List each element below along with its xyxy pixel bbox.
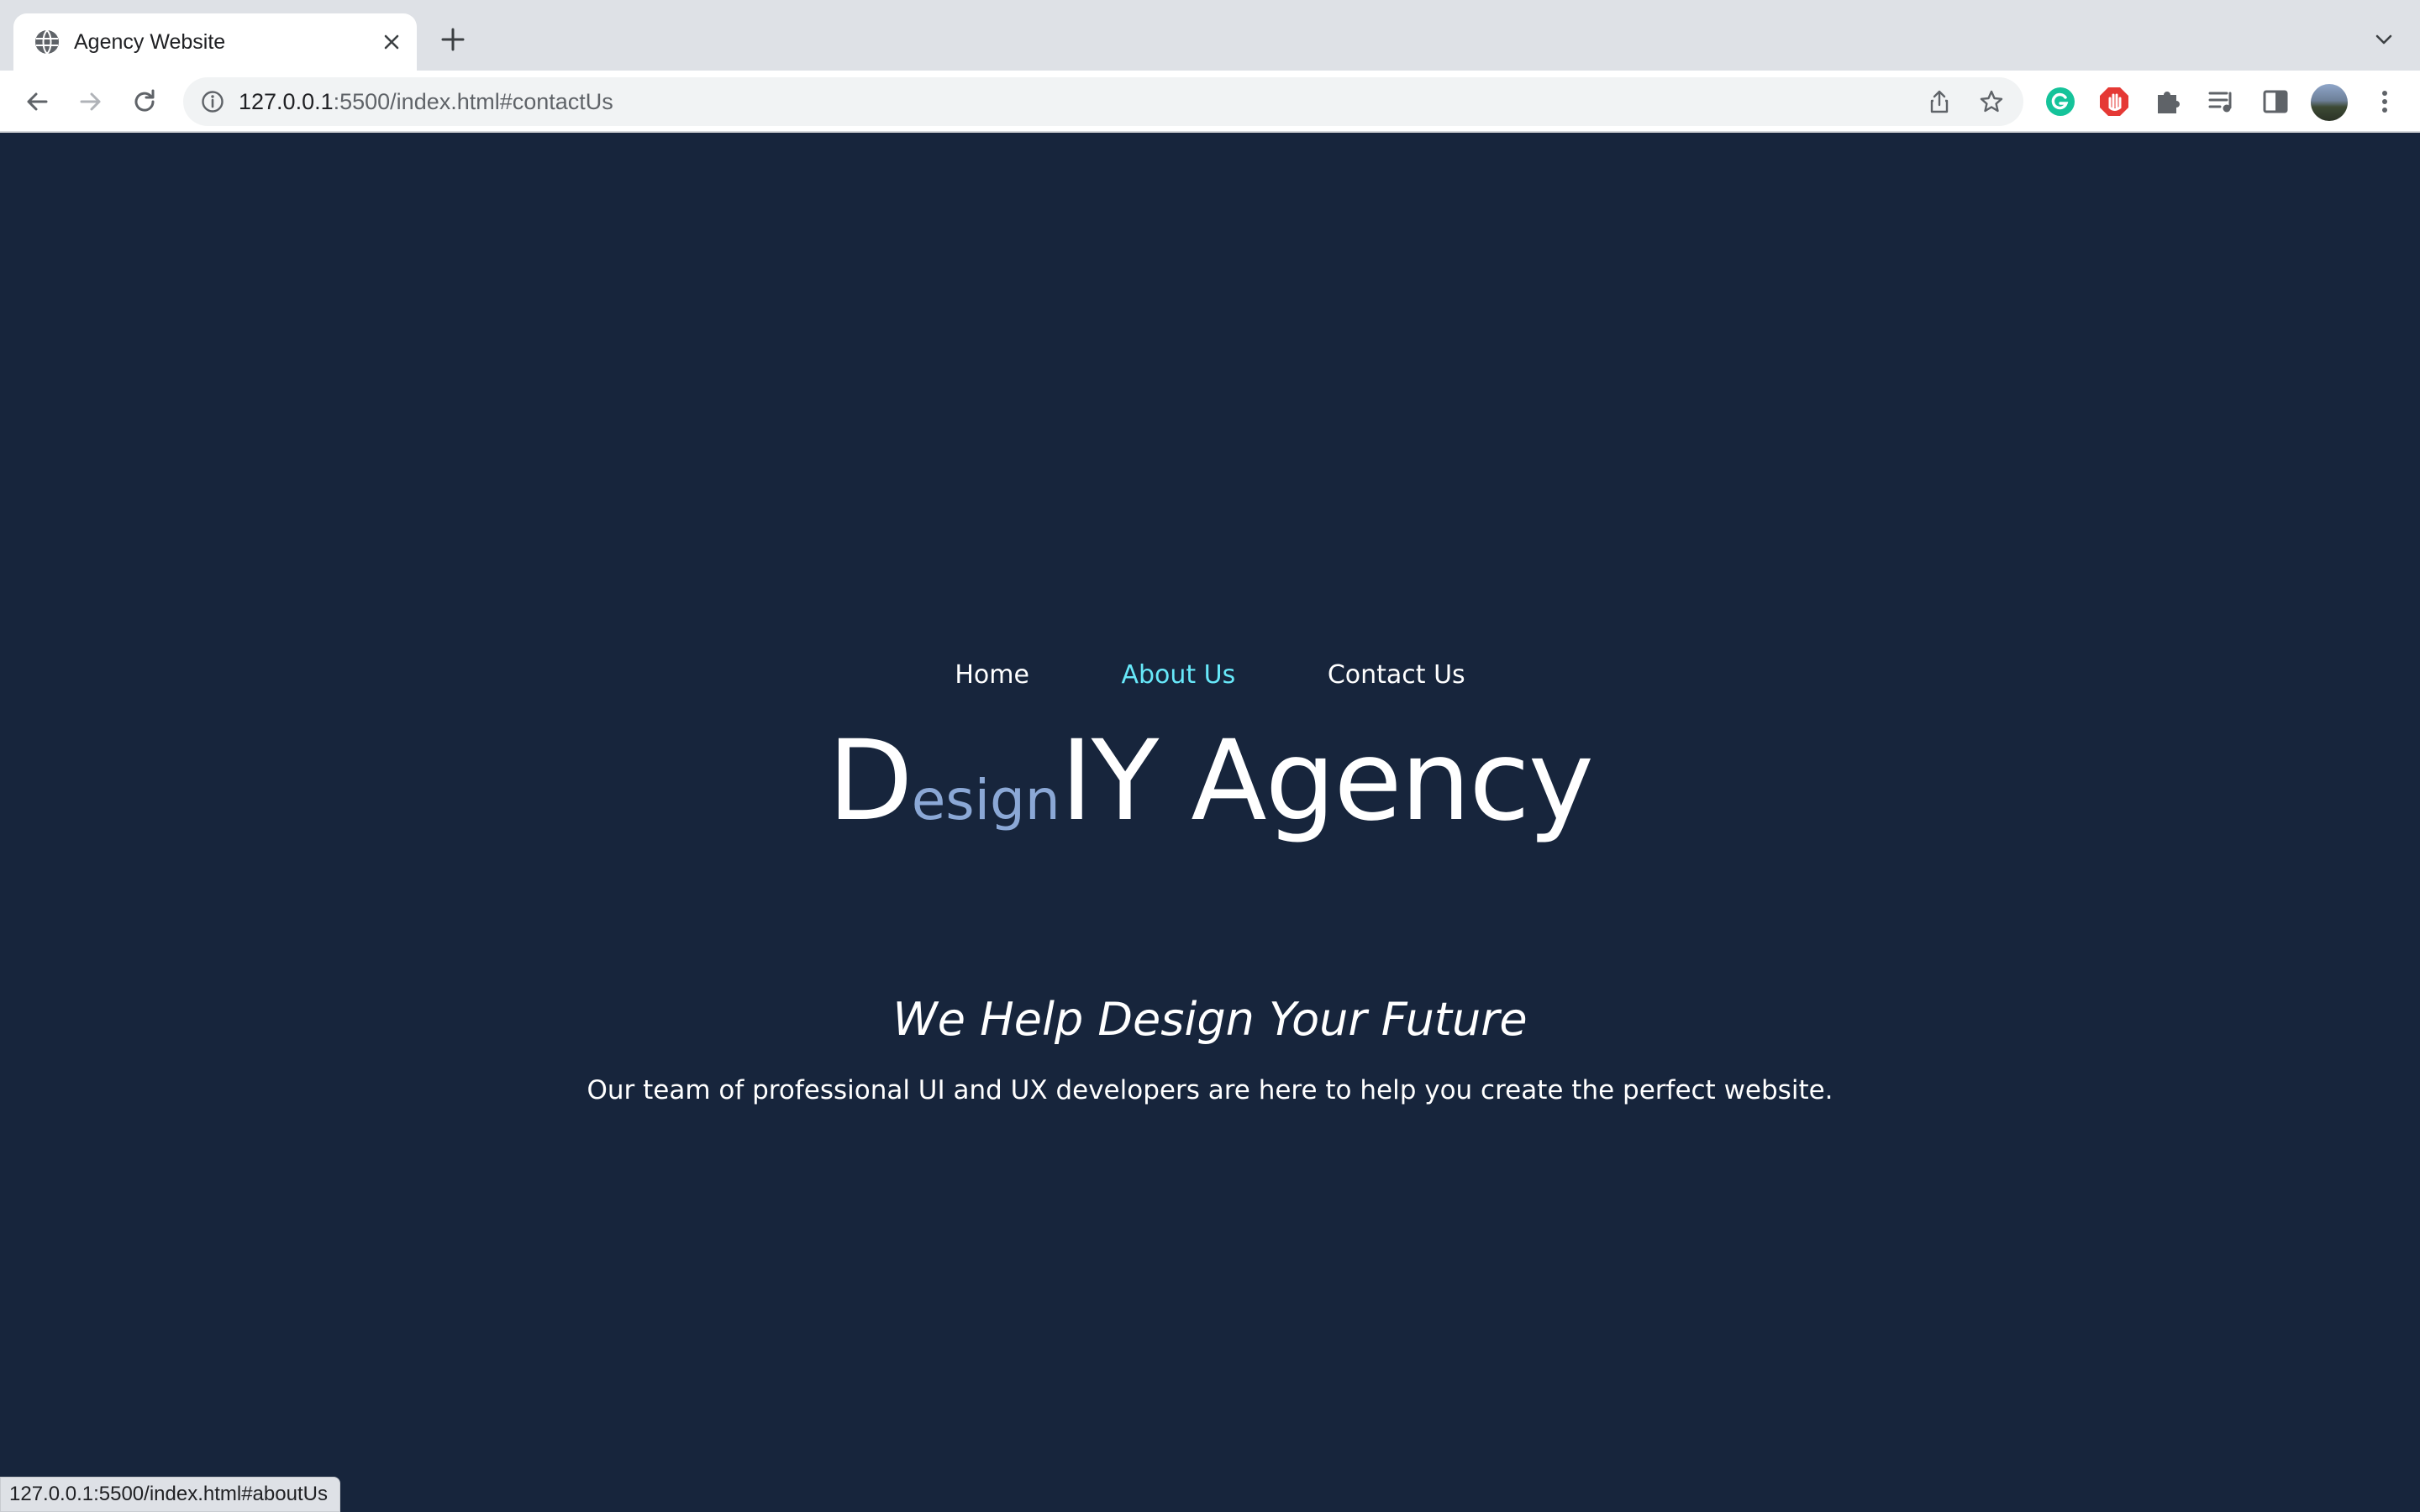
tab-title: Agency Website xyxy=(74,30,226,54)
profile-avatar[interactable] xyxy=(2311,84,2348,121)
url-text[interactable]: 127.0.0.1:5500/index.html#contactUs xyxy=(239,77,613,126)
browser-toolbar: 127.0.0.1:5500/index.html#contactUs xyxy=(0,71,2420,133)
url-host: 127.0.0.1 xyxy=(239,89,334,114)
tagline: We Help Design Your Future xyxy=(892,993,1528,1046)
browser-tabstrip: Agency Website xyxy=(0,0,2420,71)
close-icon[interactable] xyxy=(378,29,405,55)
grammarly-icon[interactable] xyxy=(2044,85,2077,118)
globe-icon xyxy=(35,29,59,55)
share-icon[interactable] xyxy=(1926,88,1953,115)
brand-rest: IY Agency xyxy=(1060,717,1594,846)
adblock-icon[interactable] xyxy=(2097,85,2131,118)
link-status-bubble: 127.0.0.1:5500/index.html#aboutUs xyxy=(0,1477,340,1512)
address-bar[interactable]: 127.0.0.1:5500/index.html#contactUs xyxy=(183,77,2023,126)
brand-first-letter: D xyxy=(828,717,913,846)
side-panel-icon[interactable] xyxy=(2259,85,2292,118)
bookmark-star-icon[interactable] xyxy=(1978,88,2005,115)
more-vert-icon[interactable] xyxy=(2368,85,2402,118)
media-control-icon[interactable] xyxy=(2205,85,2238,118)
url-path: :5500/index.html#contactUs xyxy=(333,89,613,114)
puzzle-icon[interactable] xyxy=(2151,85,2185,118)
reload-icon[interactable] xyxy=(128,85,161,118)
info-icon[interactable] xyxy=(200,89,225,114)
chevron-down-icon[interactable] xyxy=(2371,27,2396,52)
main-nav: Home About Us Contact Us xyxy=(0,660,2420,690)
brand-small-text: esign xyxy=(911,768,1060,832)
nav-link-about-us[interactable]: About Us xyxy=(1121,660,1235,690)
back-icon[interactable] xyxy=(20,85,54,118)
browser-tab[interactable]: Agency Website xyxy=(13,13,417,71)
brand-title: DesignIY Agency xyxy=(0,714,2420,868)
new-tab-icon[interactable] xyxy=(439,25,467,54)
description: Our team of professional UI and UX devel… xyxy=(587,1075,1833,1105)
forward-icon[interactable] xyxy=(74,85,108,118)
nav-link-contact-us[interactable]: Contact Us xyxy=(1328,660,1465,690)
nav-link-home[interactable]: Home xyxy=(955,660,1029,690)
page-content: Home About Us Contact Us DesignIY Agency… xyxy=(0,133,2420,1512)
